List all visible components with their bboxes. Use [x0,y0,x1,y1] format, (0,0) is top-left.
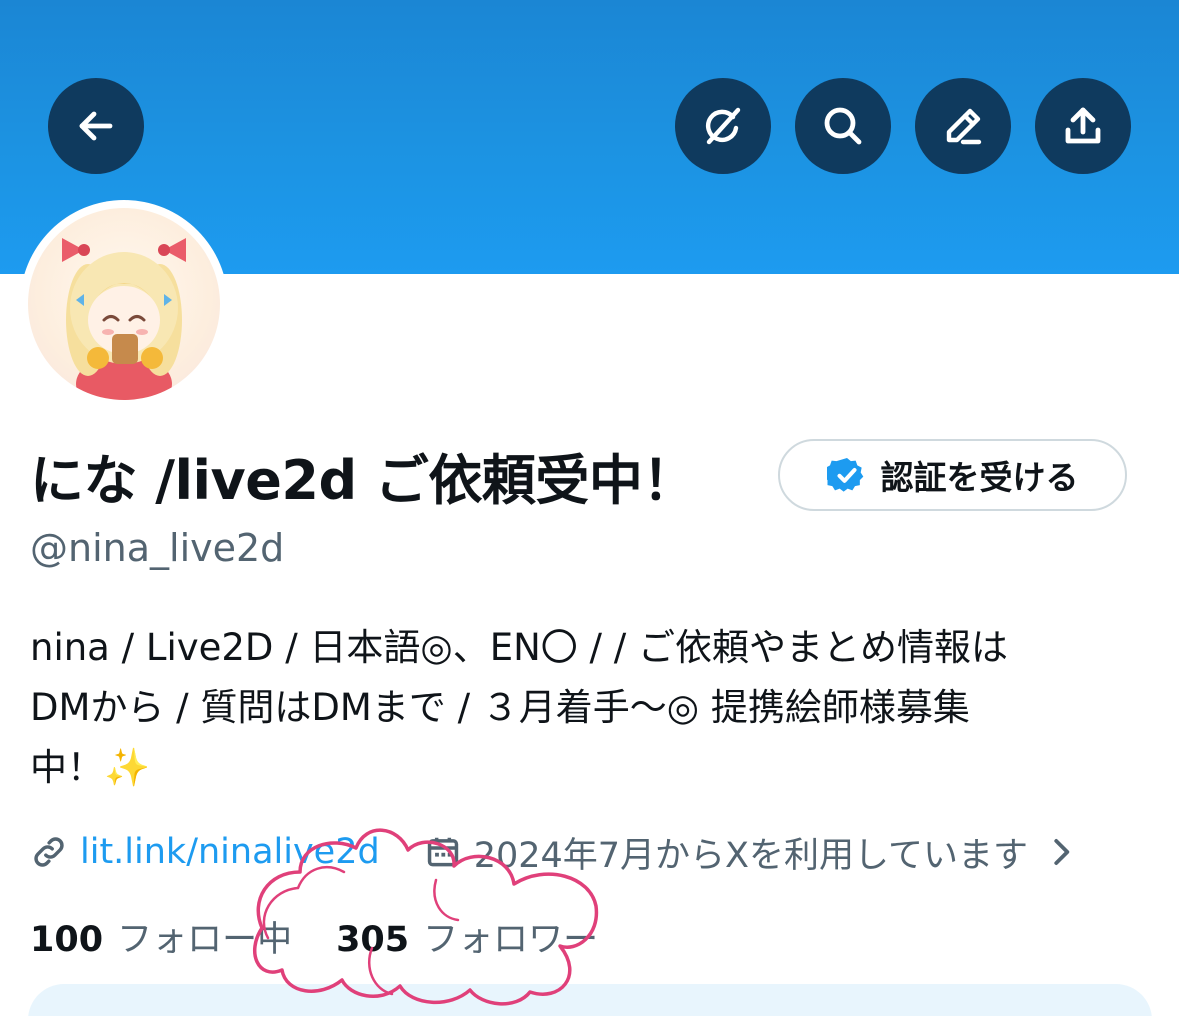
get-verified-button[interactable]: 認証を受ける [778,439,1127,511]
following-count: 100 [30,919,104,960]
get-verified-label: 認証を受ける [880,458,1079,497]
avatar[interactable] [20,200,228,408]
grok-icon [705,107,741,145]
following-label: フォロー中 [117,919,293,960]
bio-line: 中！✨ [30,746,151,789]
chevron-right-icon [1054,839,1070,865]
share-icon [1065,107,1101,144]
verified-badge-icon [826,458,863,492]
info-card[interactable] [28,984,1152,1016]
avatar-image [28,208,220,400]
display-name: にな /live2d ご依頼受中！ [30,449,696,512]
bio: nina / Live2D / 日本語◎、EN〇 / / ご依頼やまとめ情報は … [30,618,1150,798]
arrow-left-icon [79,111,113,141]
join-date-text: 2024年7月からXを利用しています [473,835,1028,876]
edit-button[interactable] [915,78,1011,174]
bio-line: nina / Live2D / 日本語◎、EN〇 / / ご依頼やまとめ情報は [30,626,1008,669]
grok-button[interactable] [675,78,771,174]
calendar-icon [427,837,458,867]
followers-stat[interactable]: 305 フォロワー [336,911,598,962]
link-icon [34,837,64,867]
profile-meta: lit.link/ninalive2d 2024年7月からXを利用しています [30,826,1140,878]
avatar-illustration [62,238,186,400]
search-button[interactable] [795,78,891,174]
pencil-icon [946,108,982,145]
join-date[interactable]: 2024年7月からXを利用しています [424,827,1080,878]
followers-count: 305 [336,919,410,960]
followers-label: フォロワー [423,919,599,960]
search-icon [824,107,862,145]
following-stat[interactable]: 100 フォロー中 [30,911,292,962]
handle: @nina_live2d [30,526,285,570]
back-button[interactable] [48,78,144,174]
follow-stats: 100 フォロー中 305 フォロワー [30,910,598,962]
bio-line: DMから / 質問はDMまで / ３月着手〜◎ 提携絵師様募集 [30,686,970,729]
profile-link[interactable]: lit.link/ninalive2d [80,832,380,872]
share-button[interactable] [1035,78,1131,174]
